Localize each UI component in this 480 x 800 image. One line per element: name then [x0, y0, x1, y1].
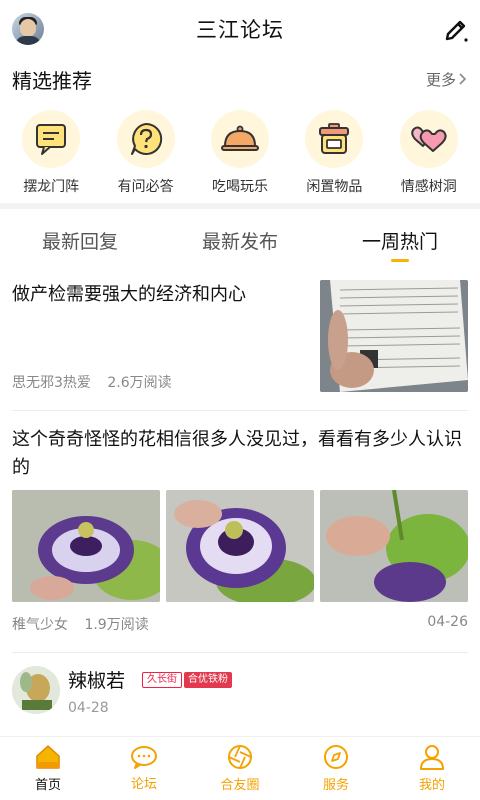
- category-row: 摆龙门阵 有问必答 吃喝玩乐 闲置物品 情感树洞: [0, 110, 480, 200]
- nav-service[interactable]: 服务: [288, 737, 384, 800]
- post-images: [12, 490, 468, 602]
- food-cover-icon: [210, 110, 269, 168]
- post-date: 04-28: [68, 700, 109, 716]
- chat-icon: [131, 746, 157, 769]
- nav-forum[interactable]: 论坛: [96, 737, 192, 800]
- category-label: 有问必答: [117, 179, 174, 195]
- active-tab-indicator: [391, 259, 409, 262]
- category-food[interactable]: 吃喝玩乐: [196, 110, 284, 200]
- post-title: 做产检需要强大的经济和内心: [12, 284, 246, 305]
- tab-weekly-hot[interactable]: 一周热门: [320, 212, 480, 268]
- post-image[interactable]: [320, 490, 468, 602]
- user-avatar[interactable]: [12, 13, 44, 45]
- hearts-icon: [399, 110, 458, 168]
- chevron-right-icon: [459, 73, 467, 85]
- user-icon: [420, 745, 444, 770]
- post-reads: 2.6万阅读: [107, 375, 172, 391]
- tab-label: 最新回复: [41, 230, 118, 253]
- nav-circle[interactable]: 合友圈: [192, 737, 288, 800]
- nav-home[interactable]: 首页: [0, 737, 96, 800]
- post-date: 04-26: [427, 614, 468, 630]
- author-name[interactable]: 辣椒若: [68, 666, 125, 693]
- edit-icon[interactable]: [442, 16, 470, 44]
- location-badge: 久长街: [142, 672, 182, 688]
- category-label: 闲置物品: [306, 179, 363, 195]
- avatar-face: [20, 19, 36, 37]
- featured-header: 精选推荐 更多: [12, 62, 468, 96]
- storage-jar-icon: [305, 110, 364, 168]
- more-link[interactable]: 更多: [426, 69, 468, 90]
- category-label: 情感树洞: [400, 179, 457, 195]
- nav-label: 首页: [34, 778, 61, 793]
- nav-profile[interactable]: 我的: [384, 737, 480, 800]
- separator: [12, 652, 468, 653]
- top-bar: 三江论坛: [0, 0, 480, 58]
- category-label: 摆龙门阵: [23, 179, 80, 195]
- post-item[interactable]: 做产检需要强大的经济和内心 思无邪3热爱 2.6万阅读: [12, 270, 468, 410]
- post-image[interactable]: [12, 490, 160, 602]
- chat-bubble-icon: [22, 110, 81, 168]
- aperture-icon: [228, 745, 252, 769]
- post-item[interactable]: 这个奇奇怪怪的花相信很多人没见过，看看有多少人认识的 稚气少女 1.9万阅读 0…: [12, 418, 468, 648]
- home-icon: [36, 745, 60, 769]
- post-author[interactable]: 稚气少女: [12, 617, 68, 633]
- feed-tabs: 最新回复 最新发布 一周热门: [0, 212, 480, 268]
- post-image[interactable]: [166, 490, 314, 602]
- page-title: 三江论坛: [196, 18, 284, 42]
- tab-latest-post[interactable]: 最新发布: [160, 212, 320, 268]
- author-avatar[interactable]: [12, 666, 60, 714]
- post-title: 这个奇奇怪怪的花相信很多人没见过，看看有多少人认识的: [12, 429, 462, 478]
- more-label: 更多: [425, 70, 456, 89]
- nav-label: 我的: [418, 778, 445, 793]
- bottom-nav: 首页 论坛 合友圈 服务 我的: [0, 736, 480, 800]
- category-chat[interactable]: 摆龙门阵: [7, 110, 95, 200]
- category-label: 吃喝玩乐: [211, 179, 268, 195]
- question-icon: [116, 110, 175, 168]
- post-meta: 稚气少女 1.9万阅读 04-26: [12, 614, 468, 634]
- featured-title: 精选推荐: [12, 68, 92, 93]
- avatar-body: [15, 36, 41, 45]
- post-author[interactable]: 思无邪3热爱: [12, 375, 91, 391]
- fan-badge: 合优铁粉: [184, 672, 232, 688]
- compass-icon: [324, 745, 348, 769]
- post-meta: 思无邪3热爱 2.6万阅读: [12, 372, 172, 392]
- nav-label: 服务: [322, 778, 349, 793]
- section-divider: [0, 203, 480, 209]
- category-qa[interactable]: 有问必答: [102, 110, 190, 200]
- tab-latest-reply[interactable]: 最新回复: [0, 212, 160, 268]
- category-secondhand[interactable]: 闲置物品: [290, 110, 378, 200]
- category-emotion[interactable]: 情感树洞: [385, 110, 473, 200]
- nav-label: 论坛: [130, 777, 157, 792]
- tab-label: 一周热门: [361, 230, 438, 253]
- nav-label: 合友圈: [220, 778, 260, 793]
- tab-label: 最新发布: [201, 230, 278, 253]
- post-thumbnail[interactable]: [320, 280, 468, 392]
- post-reads: 1.9万阅读: [84, 617, 149, 633]
- separator: [12, 410, 468, 411]
- post-item[interactable]: 辣椒若 久长街 合优铁粉 04-28: [12, 660, 468, 724]
